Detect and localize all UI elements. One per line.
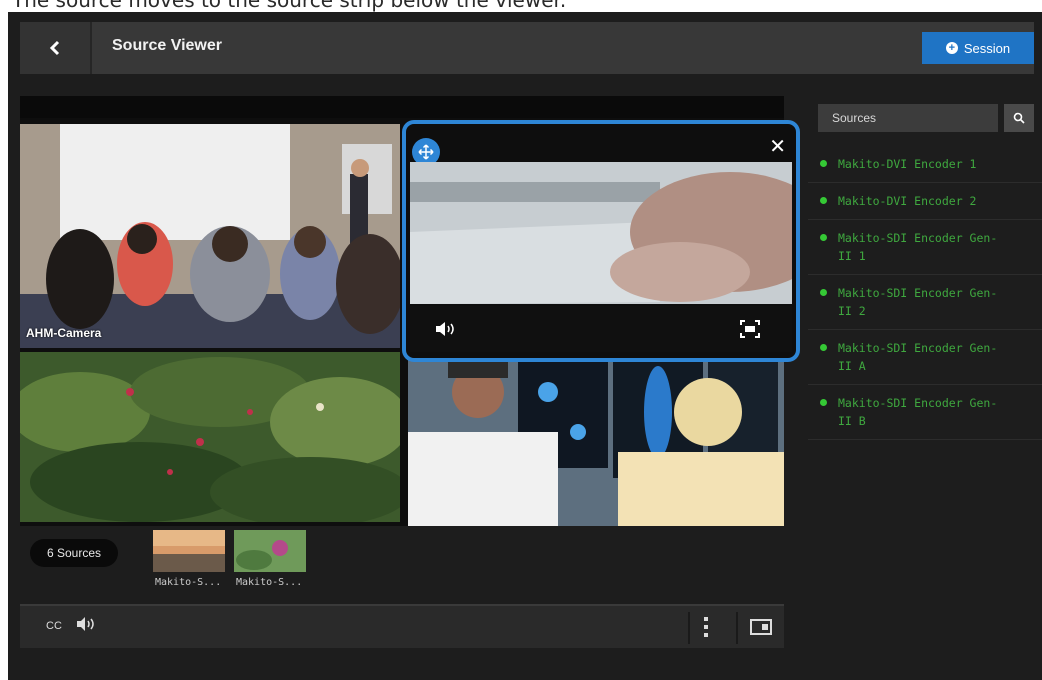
source-item[interactable]: Makito-SDI Encoder Gen- II 2 — [808, 275, 1042, 330]
source-name-continued: II 2 — [838, 304, 866, 318]
source-name: Makito-DVI Encoder 1 — [838, 157, 977, 171]
tile-garden[interactable] — [20, 352, 400, 522]
source-thumbnail[interactable] — [153, 530, 225, 572]
search-button[interactable] — [1004, 104, 1034, 132]
source-name-continued: II 1 — [838, 249, 866, 263]
page-caption: The source moves to the source strip bel… — [12, 0, 567, 12]
back-button[interactable] — [20, 22, 92, 74]
overlay-controls — [410, 306, 792, 352]
online-status-icon — [820, 399, 827, 406]
source-thumbnail[interactable] — [234, 530, 306, 572]
volume-icon — [77, 617, 94, 631]
layout-icon — [750, 619, 772, 635]
session-button-label: Session — [963, 40, 1011, 56]
tile-camera[interactable]: AHM-Camera — [20, 124, 400, 348]
volume-icon[interactable] — [434, 320, 458, 338]
volume-button[interactable] — [76, 616, 98, 636]
plus-circle-icon: + — [945, 42, 958, 54]
source-name: Makito-SDI Encoder Gen- — [838, 341, 998, 355]
viewer-toolbar: CC — [20, 604, 784, 648]
source-item[interactable]: Makito-SDI Encoder Gen- II B — [808, 385, 1042, 440]
online-status-icon — [820, 160, 827, 167]
closed-captions-button[interactable]: CC — [46, 620, 62, 632]
toolbar-divider — [736, 612, 738, 644]
layout-toggle-button[interactable] — [750, 619, 772, 639]
source-item[interactable]: Makito-SDI Encoder Gen- II A — [808, 330, 1042, 385]
overlay-video — [410, 162, 792, 304]
source-name: Makito-SDI Encoder Gen- — [838, 286, 998, 300]
top-bar: Source Viewer + Session — [20, 22, 1034, 74]
source-item[interactable]: Makito-DVI Encoder 1 — [808, 146, 1042, 183]
add-session-button[interactable]: + Session — [922, 32, 1034, 64]
close-icon[interactable]: ✕ — [769, 134, 786, 158]
move-arrows-icon — [418, 144, 434, 160]
source-name: Makito-SDI Encoder Gen- — [838, 396, 998, 410]
online-status-icon — [820, 289, 827, 296]
sources-search-input[interactable]: Sources — [818, 104, 998, 132]
source-count-badge: 6 Sources — [30, 539, 118, 567]
source-name-continued: II B — [838, 414, 866, 428]
fullscreen-icon[interactable] — [740, 320, 760, 338]
garden-video-frame — [20, 352, 400, 522]
thumbnail-image — [234, 530, 306, 572]
source-name-continued: II A — [838, 359, 866, 373]
sources-panel: Sources Makito-DVI Encoder 1 Makito-DVI … — [808, 96, 1042, 680]
online-status-icon — [820, 234, 827, 241]
page-title: Source Viewer — [112, 37, 222, 54]
camera-video-frame — [20, 124, 400, 348]
viewer-header-strip — [20, 96, 784, 118]
source-list: Makito-DVI Encoder 1 Makito-DVI Encoder … — [808, 146, 1042, 440]
thumbnail-label: Makito-S... — [155, 577, 222, 588]
thumbnail-image — [153, 530, 225, 572]
app-window: Source Viewer + Session AHM-Camera ✕ 6 S… — [8, 12, 1042, 680]
thumbnail-label: Makito-S... — [236, 577, 303, 588]
chevron-left-icon — [49, 40, 60, 56]
source-name: Makito-DVI Encoder 2 — [838, 194, 977, 208]
more-vertical-icon — [704, 617, 708, 637]
medical-video-frame — [408, 352, 784, 526]
toolbar-divider — [688, 612, 690, 644]
source-item[interactable]: Makito-SDI Encoder Gen- II 1 — [808, 220, 1042, 275]
online-status-icon — [820, 344, 827, 351]
search-icon — [1013, 112, 1025, 124]
keyboard-video-frame — [410, 162, 792, 304]
more-options-button[interactable] — [702, 616, 710, 642]
source-item[interactable]: Makito-DVI Encoder 2 — [808, 183, 1042, 220]
tile-label: AHM-Camera — [26, 326, 102, 340]
floating-source-player[interactable]: ✕ — [402, 120, 800, 362]
source-name: Makito-SDI Encoder Gen- — [838, 231, 998, 245]
tile-medical[interactable] — [408, 352, 784, 526]
online-status-icon — [820, 197, 827, 204]
